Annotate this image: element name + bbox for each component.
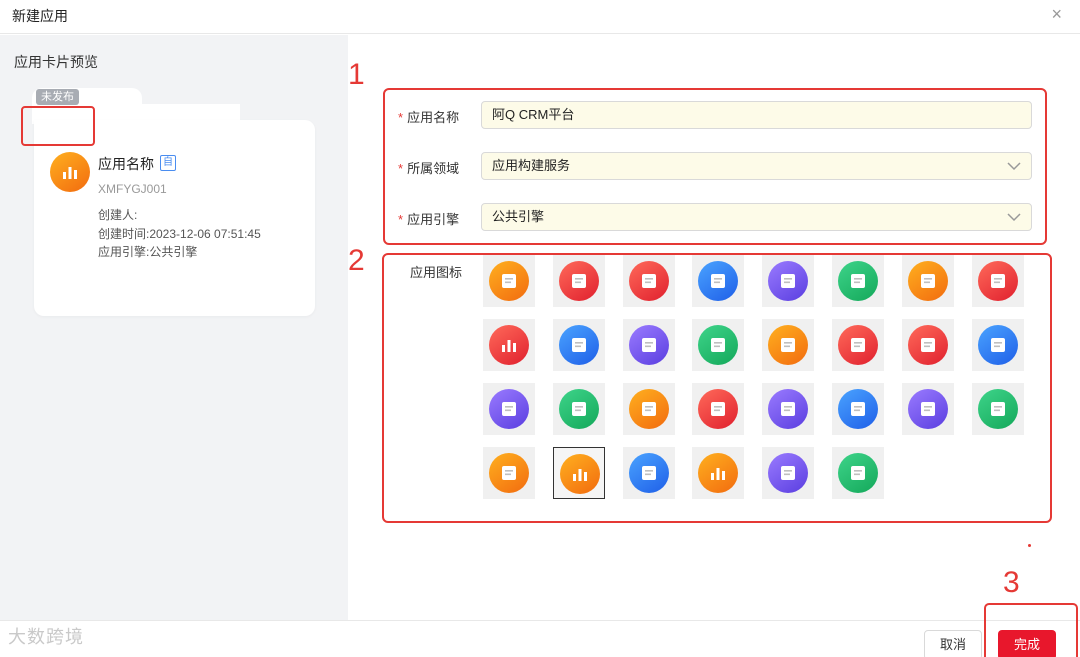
chevron-down-icon [1007,213,1021,222]
icon-option[interactable] [901,319,954,371]
card-app-name: 应用名称 [98,156,154,172]
icon-option[interactable] [901,255,954,307]
icon-option[interactable] [483,255,535,307]
briefcase-clock-icon [489,261,529,301]
bar-chart-icon [559,454,600,494]
annotation-done-box [984,603,1078,657]
engine-select[interactable]: 公共引擎 [481,203,1032,231]
icon-option[interactable] [483,319,535,371]
watermark-logo: 大数跨境 [8,627,84,647]
clipboard-settings-icon [907,261,948,301]
file-check-icon [977,389,1018,429]
icon-option[interactable] [762,383,815,435]
medical-box-icon [838,325,878,365]
icon-option[interactable] [762,255,815,307]
bar-chart-icon [50,152,90,192]
card-engine: 应用引擎:公共引擎 [98,245,198,259]
toolbox-icon [628,325,669,365]
icon-option[interactable] [692,447,745,499]
document-lines-icon [977,325,1018,365]
document-edit-icon [628,453,669,493]
book-icon [698,325,739,365]
icon-option[interactable] [622,255,675,307]
clipboard-list-icon [558,325,599,365]
icon-option[interactable] [832,383,884,435]
annotation-number-3: 3 [1003,566,1020,599]
document-gear-icon [698,261,739,301]
card-app-code: XMFYGJ001 [98,182,167,196]
icon-option[interactable] [692,319,745,371]
icon-option[interactable] [832,319,884,371]
monitor-icon [558,261,599,301]
domain-value: 应用构建服务 [492,158,571,173]
dialog-footer [0,620,1080,657]
icon-option[interactable] [832,447,884,499]
document-user-icon [907,389,948,429]
inbox-download-icon [977,261,1018,301]
icon-option[interactable] [552,319,605,371]
checklist-gear-icon [768,325,809,365]
clipboard-edit-icon [628,261,669,301]
icon-option[interactable] [971,383,1024,435]
icon-option[interactable] [552,255,605,307]
document-search-icon [838,389,878,429]
card-name-tag: 自 [160,155,176,171]
file-pie-icon [698,389,739,429]
icon-option[interactable] [483,447,535,499]
app-name-value: 阿Q CRM平台 [492,107,575,122]
icon-option[interactable] [552,383,605,435]
cancel-button[interactable]: 取消 [924,630,982,657]
status-badge: 未发布 [36,89,79,105]
dialog-title: 新建应用 [12,8,68,24]
preview-label: 应用卡片预览 [14,54,98,70]
domain-select[interactable]: 应用构建服务 [481,152,1032,180]
clipboard-check-icon [768,261,809,301]
icon-option[interactable] [901,383,954,435]
dialog-titlebar: 新建应用 × [0,0,1080,34]
card-created-time: 创建时间:2023-12-06 07:51:45 [98,227,261,241]
tray-user-icon [768,389,809,429]
binders-icon [907,325,948,365]
icon-option[interactable] [762,319,815,371]
icon-grid-label: 应用图标 [410,265,463,280]
file-text-icon [628,389,669,429]
chevron-down-icon [1007,162,1021,171]
engine-value: 公共引擎 [492,209,545,224]
icon-option[interactable] [622,319,675,371]
domain-label: * 所属领域 [398,161,460,176]
spreadsheet-icon [838,453,878,493]
app-preview-card [34,120,315,316]
folder-list-icon [489,389,529,429]
annotation-status-box [21,106,95,146]
icon-option[interactable] [832,255,884,307]
icon-option[interactable] [552,447,605,499]
search-check-icon [489,453,529,493]
close-icon[interactable]: × [1051,4,1062,24]
folder-gear-icon [838,261,878,301]
icon-option[interactable] [692,383,745,435]
icon-option[interactable] [622,383,675,435]
annotation-dot [1028,544,1031,547]
app-name-input[interactable]: 阿Q CRM平台 [481,101,1032,129]
icon-option[interactable] [483,383,535,435]
icon-option[interactable] [692,255,745,307]
bar-chart-alt-icon [698,453,739,493]
annotation-number-1: 1 [348,58,365,91]
app-name-label: * 应用名称 [398,110,460,125]
card-creator: 创建人: [98,208,138,222]
icon-option[interactable] [762,447,815,499]
icon-option[interactable] [971,319,1024,371]
annotation-number-2: 2 [348,244,365,277]
engine-label: * 应用引擎 [398,212,460,227]
trend-line-icon [768,453,809,493]
icon-option[interactable] [971,255,1024,307]
bar-chart-board-icon [489,325,529,365]
icon-option[interactable] [622,447,675,499]
storage-box-icon [558,389,599,429]
